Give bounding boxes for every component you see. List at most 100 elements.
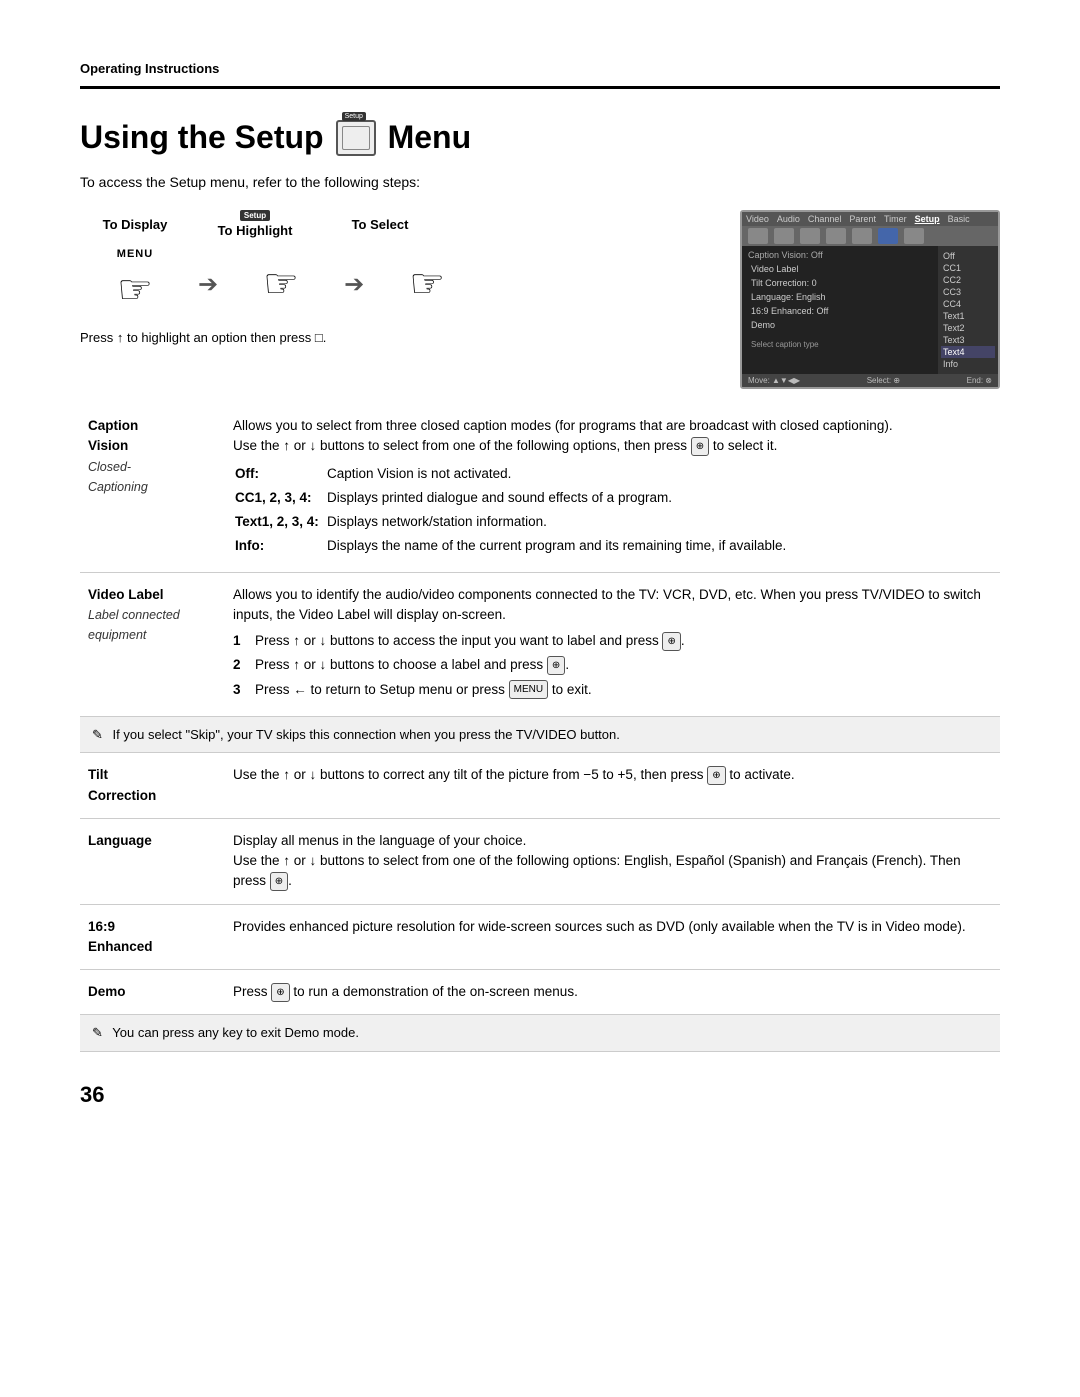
tilt-def: Use the ↑ or ↓ buttons to correct any ti… bbox=[233, 767, 795, 782]
tv-side-text1: Text1 bbox=[941, 310, 995, 322]
term-sub-video-label: Label connected equipment bbox=[88, 608, 180, 642]
note-video-label: ✎ If you select "Skip", your TV skips th… bbox=[80, 716, 1000, 753]
term-main-demo: Demo bbox=[88, 984, 126, 999]
def-row-info: Info: Displays the name of the current p… bbox=[235, 535, 990, 557]
highlight-hand-icon: ☞ bbox=[251, 254, 311, 314]
term-main-tilt: TiltCorrection bbox=[88, 767, 156, 802]
def-val-off: Caption Vision is not activated. bbox=[327, 463, 990, 485]
tv-side-cc3: CC3 bbox=[941, 286, 995, 298]
def-term-text: Text1, 2, 3, 4: bbox=[235, 511, 325, 533]
tv-footer: Move: ▲▼◀▶ Select: ⊕ End: ⊗ bbox=[742, 374, 998, 387]
def-term-off: Off: bbox=[235, 463, 325, 485]
video-label-step-2: 2 Press ↑ or ↓ buttons to choose a label… bbox=[233, 655, 992, 675]
tv-side-cc2: CC2 bbox=[941, 274, 995, 286]
arrow-icon-1: ➔ bbox=[198, 270, 218, 299]
term-video-label: Video Label Label connected equipment bbox=[80, 572, 225, 716]
page-number: 36 bbox=[80, 1082, 1000, 1108]
def-language: Display all menus in the language of you… bbox=[225, 818, 1000, 904]
def-caption-vision: Allows you to select from three closed c… bbox=[225, 404, 1000, 572]
content-table: CaptionVision Closed-Captioning Allows y… bbox=[80, 404, 1000, 1052]
tv-menu-setup: Setup bbox=[915, 214, 940, 224]
enter-btn-lang: ⊕ bbox=[270, 872, 288, 891]
tv-side-cc1: CC1 bbox=[941, 262, 995, 274]
tv-footer-move: Move: ▲▼◀▶ bbox=[748, 376, 800, 385]
row-note-demo: ✎ You can press any key to exit Demo mod… bbox=[80, 1015, 1000, 1052]
intro-text: To access the Setup menu, refer to the f… bbox=[80, 174, 1000, 190]
169-def: Provides enhanced picture resolution for… bbox=[233, 919, 966, 934]
video-label-def: Allows you to identify the audio/video c… bbox=[233, 587, 981, 622]
step-highlight-label: Setup To Highlight bbox=[190, 210, 320, 238]
caption-vision-sub-def: Use the ↑ or ↓ buttons to select from on… bbox=[233, 438, 777, 453]
term-main-language: Language bbox=[88, 833, 152, 848]
steps-left: To Display Setup To Highlight To Select … bbox=[80, 210, 740, 345]
title-suffix: Menu bbox=[388, 119, 472, 156]
tv-side-text2: Text2 bbox=[941, 322, 995, 334]
note-icon-1: ✎ bbox=[92, 725, 103, 745]
tv-icon-2 bbox=[774, 228, 794, 244]
row-language: Language Display all menus in the langua… bbox=[80, 818, 1000, 904]
arrow-icon-2: ➔ bbox=[344, 270, 364, 299]
tv-menu-channel: Channel bbox=[808, 214, 842, 224]
term-sub-caption-vision: Closed-Captioning bbox=[88, 460, 148, 494]
note-demo: ✎ You can press any key to exit Demo mod… bbox=[80, 1015, 1000, 1052]
tv-icon-6-active bbox=[878, 228, 898, 244]
tv-icons-bar bbox=[742, 226, 998, 246]
def-tilt-correction: Use the ↑ or ↓ buttons to correct any ti… bbox=[225, 753, 1000, 819]
enter-btn-tilt: ⊕ bbox=[707, 766, 725, 785]
tv-row-video-label: Video Label bbox=[748, 262, 932, 276]
header: Operating Instructions bbox=[80, 60, 1000, 89]
step-display-label: To Display bbox=[80, 217, 190, 232]
video-label-steps: 1 Press ↑ or ↓ buttons to access the inp… bbox=[233, 631, 992, 700]
tv-icon-3 bbox=[800, 228, 820, 244]
tv-menu-timer: Timer bbox=[884, 214, 907, 224]
note-icon-2: ✎ bbox=[92, 1023, 103, 1043]
row-note-video-label: ✎ If you select "Skip", your TV skips th… bbox=[80, 716, 1000, 753]
press-instruction: Press ↑ to highlight an option then pres… bbox=[80, 330, 740, 345]
highlight-step: ☞ bbox=[226, 254, 336, 314]
tv-side-text4-selected: Text4 bbox=[941, 346, 995, 358]
row-tilt-correction: TiltCorrection Use the ↑ or ↓ buttons to… bbox=[80, 753, 1000, 819]
tv-icon-1 bbox=[748, 228, 768, 244]
page-title: Using the Setup Setup Menu bbox=[80, 119, 1000, 156]
language-sub-def: Use the ↑ or ↓ buttons to select from on… bbox=[233, 853, 961, 888]
note-demo-text: You can press any key to exit Demo mode. bbox=[112, 1025, 359, 1040]
row-169-enhanced: 16:9Enhanced Provides enhanced picture r… bbox=[80, 904, 1000, 970]
video-label-step-1-text: Press ↑ or ↓ buttons to access the input… bbox=[255, 631, 685, 651]
tv-main-list: Caption Vision: Off Video Label Tilt Cor… bbox=[742, 246, 938, 374]
menu-btn: MENU bbox=[509, 680, 548, 699]
tv-side-off: Off bbox=[941, 250, 995, 262]
header-title: Operating Instructions bbox=[80, 61, 219, 76]
term-language: Language bbox=[80, 818, 225, 904]
tv-icon-5 bbox=[852, 228, 872, 244]
tv-row-caption-type: Select caption type bbox=[748, 338, 932, 351]
enter-btn-1: ⊕ bbox=[691, 437, 709, 456]
term-169-enhanced: 16:9Enhanced bbox=[80, 904, 225, 970]
row-demo: Demo Press ⊕ to run a demonstration of t… bbox=[80, 970, 1000, 1015]
row-caption-vision: CaptionVision Closed-Captioning Allows y… bbox=[80, 404, 1000, 572]
menu-hand-icon: ☞ bbox=[105, 260, 165, 320]
tv-icon-7 bbox=[904, 228, 924, 244]
tv-menu-bar: Video Audio Channel Parent Timer Setup B… bbox=[742, 212, 998, 226]
page: Operating Instructions Using the Setup S… bbox=[0, 0, 1080, 1397]
def-term-info: Info: bbox=[235, 535, 325, 557]
tv-caption-off: Caption Vision: Off bbox=[748, 250, 932, 260]
tv-menu-parent: Parent bbox=[849, 214, 876, 224]
demo-def: Press ⊕ to run a demonstration of the on… bbox=[233, 984, 578, 999]
tv-menu-basic: Basic bbox=[948, 214, 970, 224]
term-main-video-label: Video Label bbox=[88, 587, 164, 602]
def-row-text: Text1, 2, 3, 4: Displays network/station… bbox=[235, 511, 990, 533]
title-prefix: Using the Setup bbox=[80, 119, 324, 156]
highlight-setup-badge: Setup bbox=[240, 210, 270, 221]
tv-side-text3: Text3 bbox=[941, 334, 995, 346]
video-label-step-3: 3 Press ← to return to Setup menu or pre… bbox=[233, 680, 992, 700]
language-main-def: Display all menus in the language of you… bbox=[233, 833, 526, 848]
tv-row-demo: Demo bbox=[748, 318, 932, 332]
setup-menu-icon: Setup bbox=[336, 120, 376, 156]
step-select-label: To Select bbox=[320, 217, 440, 232]
caption-vision-items: Off: Caption Vision is not activated. CC… bbox=[233, 461, 992, 560]
video-label-step-1: 1 Press ↑ or ↓ buttons to access the inp… bbox=[233, 631, 992, 651]
select-step: ☞ bbox=[372, 254, 482, 314]
term-main-169: 16:9Enhanced bbox=[88, 919, 153, 954]
caption-vision-main-def: Allows you to select from three closed c… bbox=[233, 418, 893, 433]
tv-row-tilt: Tilt Correction: 0 bbox=[748, 276, 932, 290]
